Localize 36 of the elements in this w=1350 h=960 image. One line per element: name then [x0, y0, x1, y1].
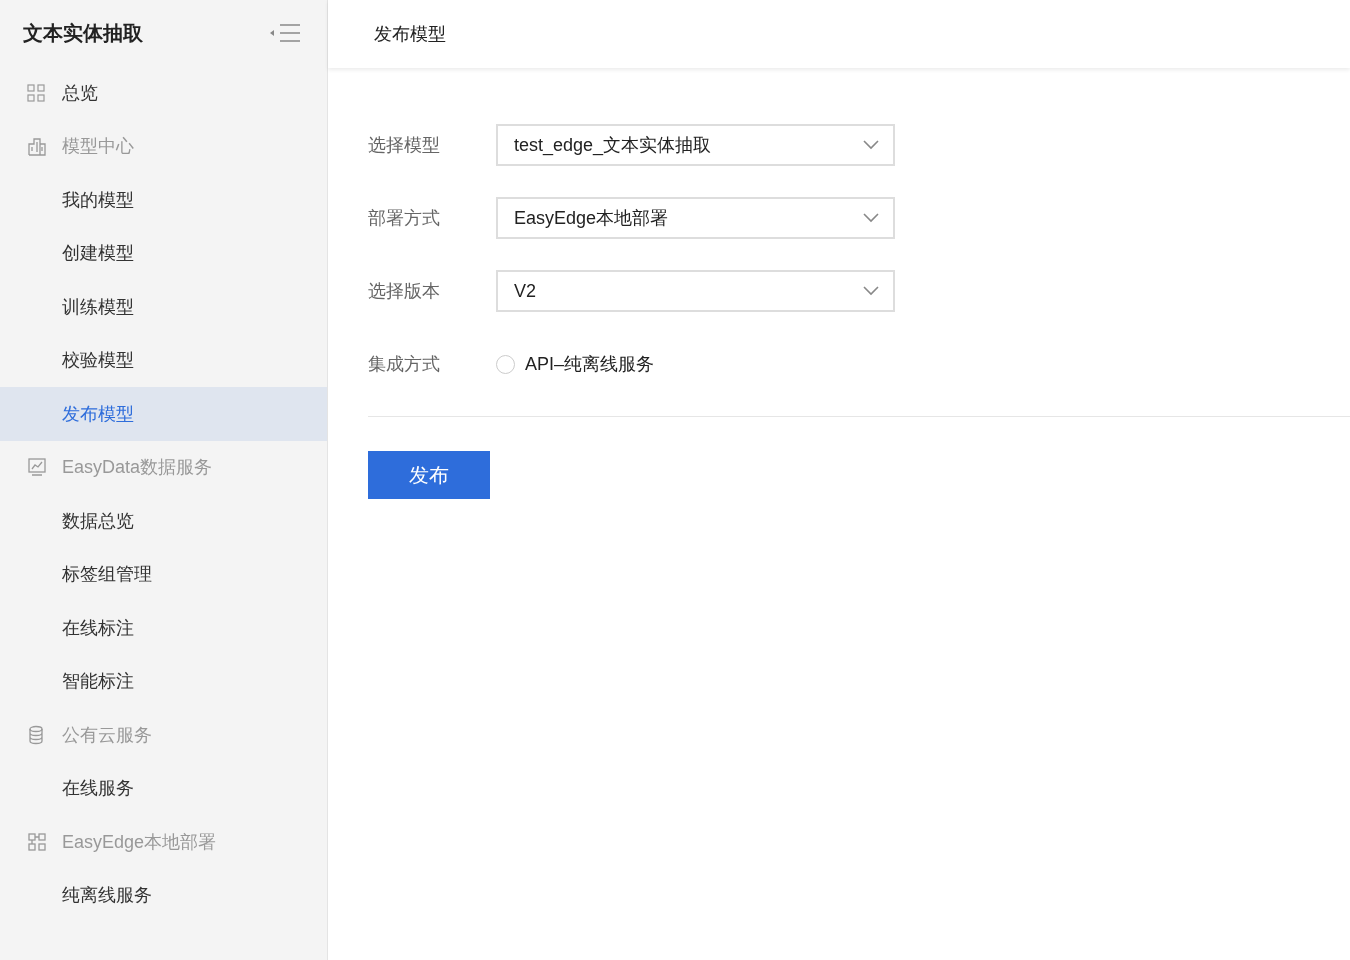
publish-button[interactable]: 发布	[368, 451, 490, 499]
nav-group-label: 公有云服务	[0, 708, 327, 762]
nav-item[interactable]: 发布模型	[0, 387, 327, 441]
nav-item[interactable]: 总览	[0, 66, 327, 120]
select-field[interactable]: V2	[496, 270, 895, 312]
chevron-down-icon	[863, 286, 879, 296]
nav-item[interactable]: 在线标注	[0, 601, 327, 655]
nav-group-label: EasyEdge本地部署	[0, 815, 327, 869]
select-field[interactable]: test_edge_文本实体抽取	[496, 124, 895, 166]
chevron-down-icon	[863, 140, 879, 150]
nav-group-label: 模型中心	[0, 119, 327, 173]
nav-item[interactable]: 我的模型	[0, 173, 327, 227]
field-label: 部署方式	[368, 207, 441, 230]
nav-item[interactable]: 数据总览	[0, 494, 327, 548]
page-title: 发布模型	[374, 23, 446, 46]
field-label: 集成方式	[368, 353, 441, 376]
nav-item[interactable]: 训练模型	[0, 280, 327, 334]
chart-monitor-icon	[27, 457, 47, 478]
database-icon	[27, 724, 45, 745]
field-label: 选择模型	[368, 134, 441, 157]
select-field[interactable]: EasyEdge本地部署	[496, 197, 895, 239]
nav-item[interactable]: 创建模型	[0, 226, 327, 280]
grid-icon	[27, 83, 45, 102]
nav-item[interactable]: 校验模型	[0, 333, 327, 387]
network-icon	[27, 831, 47, 852]
nav-group-label: EasyData数据服务	[0, 440, 327, 494]
nav-item[interactable]: 智能标注	[0, 654, 327, 708]
building-icon	[27, 136, 47, 157]
radio-option[interactable]: API–纯离线服务	[496, 352, 655, 376]
nav-item[interactable]: 标签组管理	[0, 547, 327, 601]
nav-item[interactable]: 纯离线服务	[0, 868, 327, 922]
collapse-menu-icon[interactable]	[269, 23, 301, 43]
chevron-down-icon	[863, 213, 879, 223]
app-title: 文本实体抽取	[23, 20, 143, 46]
field-label: 选择版本	[368, 280, 441, 303]
nav-item[interactable]: 在线服务	[0, 761, 327, 815]
